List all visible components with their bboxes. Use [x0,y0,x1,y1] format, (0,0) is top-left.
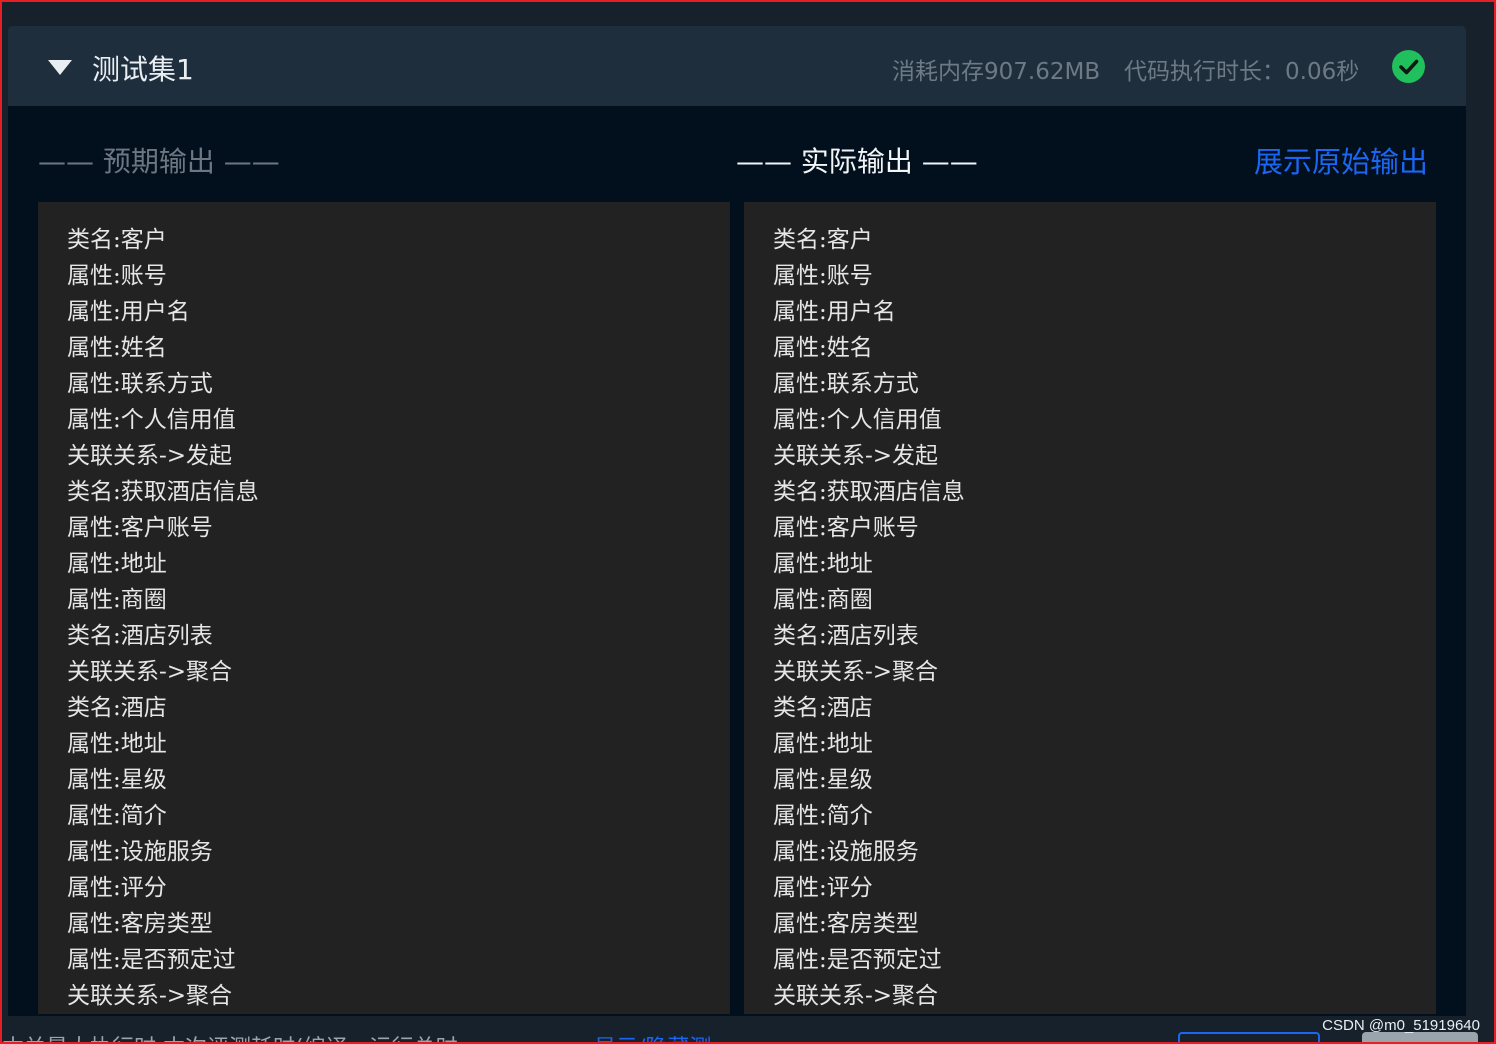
output-line: 类名:客户 [773,227,873,253]
footer-outline-button[interactable] [1178,1032,1320,1042]
output-line: 属性:星级 [67,767,167,793]
output-line: 属性:用户名 [67,299,190,325]
test-set-title: 测试集1 [92,53,194,86]
output-line: 属性:地址 [67,551,167,577]
output-line: 属性:个人信用值 [67,407,236,433]
expected-output-box: 类名:客户 属性:账号 属性:用户名 属性:姓名 属性:联系方式 属性:个人信用… [38,202,730,1014]
test-set-header[interactable]: 测试集1 消耗内存907.62MB 代码执行时长：0.06秒 [8,26,1466,106]
output-line: 类名:酒店 [773,695,873,721]
output-line: 属性:联系方式 [67,371,213,397]
output-line: 属性:是否预定过 [773,947,942,973]
output-line: 关联关系->聚合 [773,983,939,1009]
actual-output-box: 类名:客户 属性:账号 属性:用户名 属性:姓名 属性:联系方式 属性:个人信用… [744,202,1436,1014]
expected-output-list: 类名:客户 属性:账号 属性:用户名 属性:姓名 属性:联系方式 属性:个人信用… [38,202,730,1014]
output-line: 关联关系->聚合 [67,659,233,685]
output-line: 类名:酒店 [67,695,167,721]
output-line: 属性:设施服务 [67,839,213,865]
test-set-panel: 测试集1 消耗内存907.62MB 代码执行时长：0.06秒 —— 预期输出 —… [8,26,1466,1042]
watermark: CSDN @m0_51919640 [1322,1017,1480,1034]
output-line: 属性:商圈 [773,587,873,613]
output-line: 属性:联系方式 [773,371,919,397]
output-line: 类名:获取酒店信息 [773,479,965,505]
output-line: 属性:设施服务 [773,839,919,865]
output-line: 属性:姓名 [773,335,873,361]
execution-time: 代码执行时长：0.06秒 [1124,59,1360,85]
output-line: 类名:酒店列表 [773,623,919,649]
output-line: 属性:账号 [773,263,873,289]
expected-output-heading: —— 预期输出 —— [38,145,280,178]
output-line: 关联关系->发起 [773,443,939,469]
window-frame: 测试集1 消耗内存907.62MB 代码执行时长：0.06秒 —— 预期输出 —… [0,0,1496,1044]
memory-usage: 消耗内存907.62MB [892,59,1101,85]
check-circle-icon [1392,50,1425,83]
output-line: 属性:地址 [773,551,873,577]
collapse-triangle-icon[interactable] [48,60,72,75]
output-line: 属性:地址 [67,731,167,757]
output-line: 关联关系->聚合 [773,659,939,685]
output-line: 属性:用户名 [773,299,896,325]
footer-run-info: 本关最大执行时 本次评测耗时(编译、运行总时 [2,1030,458,1042]
output-line: 关联关系->聚合 [67,983,233,1009]
output-line: 属性:是否预定过 [67,947,236,973]
output-line: 属性:客房类型 [773,911,919,937]
output-line: 类名:客户 [67,227,167,253]
output-line: 属性:简介 [67,803,167,829]
output-line: 属性:账号 [67,263,167,289]
actual-output-list: 类名:客户 属性:账号 属性:用户名 属性:姓名 属性:联系方式 属性:个人信用… [744,202,1436,1014]
output-line: 属性:个人信用值 [773,407,942,433]
show-raw-output-link[interactable]: 展示原始输出 [1254,139,1428,181]
output-line: 关联关系->发起 [67,443,233,469]
output-line: 属性:商圈 [67,587,167,613]
output-line: 属性:评分 [67,875,167,901]
output-line: 属性:客户账号 [67,515,213,541]
output-line: 属性:地址 [773,731,873,757]
output-line: 属性:星级 [773,767,873,793]
output-line: 属性:简介 [773,803,873,829]
output-line: 属性:姓名 [67,335,167,361]
output-line: 属性:客房类型 [67,911,213,937]
output-line: 类名:酒店列表 [67,623,213,649]
output-line: 属性:客户账号 [773,515,919,541]
footer-strip: 本关最大执行时 本次评测耗时(编译、运行总时 显示/隐藏测 [2,1016,1494,1042]
output-line: 类名:获取酒店信息 [67,479,259,505]
output-line: 属性:评分 [773,875,873,901]
toggle-test-link[interactable]: 显示/隐藏测 [594,1030,711,1042]
actual-output-heading: —— 实际输出 —— [736,145,978,178]
